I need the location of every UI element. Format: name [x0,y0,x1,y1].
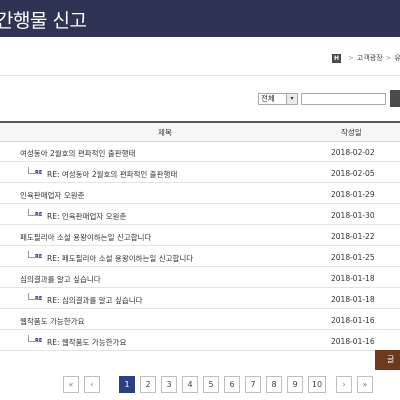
reply-indent-icon [28,251,35,258]
page-5-button[interactable]: 5 [203,376,219,393]
post-title-link[interactable]: 인육판매업자 오원춘 [20,190,84,201]
column-header-date: 작성일 [341,128,362,137]
post-date: 2018-01-18 [331,274,375,283]
page-1-button[interactable]: 1 [119,376,135,393]
post-date: 2018-01-30 [331,211,375,220]
last-page-button[interactable]: » [357,376,373,393]
write-button[interactable]: 글 [375,350,400,370]
post-date: 2018-01-29 [331,190,375,199]
post-title-link[interactable]: 페도필리아 소설 용왕이하는일 신고합니다 [20,232,151,243]
table-row-reply[interactable]: RE RE: 페도필리아 소설 용왕이하는일 신고합니다 2018-01-25 [0,247,400,267]
post-title-link[interactable]: RE: 여성동아 2월호의 편파적인 출판행태 [47,169,177,180]
post-date: 2018-01-22 [331,232,375,241]
table-row[interactable]: 인육판매업자 오원춘 2018-01-29 [0,184,400,204]
table-row[interactable]: 여성동아 2월호의 편파적인 출판행태 2018-02-02 [0,142,400,162]
reply-indent-icon [28,335,35,342]
post-date: 2018-02-02 [331,148,375,157]
reply-indent-icon [28,167,35,174]
page-9-button[interactable]: 9 [287,376,303,393]
post-date: 2018-01-16 [331,337,375,346]
reply-indent-icon [28,209,35,216]
chevron-right-icon: > [385,54,392,62]
post-date: 2018-01-18 [331,295,375,304]
page-banner: 간행물 신고 [0,0,400,37]
home-icon[interactable]: H [332,53,341,63]
table-row-reply[interactable]: RE RE: 인육판매업자 오원춘 2018-01-30 [0,205,400,225]
post-date: 2018-01-25 [331,253,375,262]
post-title-link[interactable]: RE: 페도필리아 소설 용왕이하는일 신고합니다 [47,253,193,264]
table-row[interactable]: 심의결과를 알고 싶습니다 2018-01-18 [0,268,400,288]
post-title-link[interactable]: 심의결과를 알고 싶습니다 [20,274,101,285]
breadcrumb: H > 고객광장 > 유해 [332,53,400,63]
prev-page-button[interactable]: ‹ [84,376,100,393]
chevron-right-icon: > [348,54,354,62]
table-row-reply[interactable]: RE RE: 여성동아 2월호의 편파적인 출판행태 2018-02-05 [0,163,400,183]
table-row[interactable]: 페도필리아 소설 용왕이하는일 신고합니다 2018-01-22 [0,226,400,246]
search-scope-value: 전체 [261,94,275,103]
search-input[interactable] [301,93,386,105]
reply-badge-icon: RE [35,338,43,344]
post-title-link[interactable]: RE: 심의결과를 알고 싶습니다 [47,295,143,306]
reply-badge-icon: RE [35,296,43,302]
post-title-link[interactable]: RE: 웹작품도 가능한가요 [47,337,126,348]
page-8-button[interactable]: 8 [266,376,282,393]
reply-badge-icon: RE [35,254,43,260]
page-title: 간행물 신고 [0,10,87,32]
page-3-button[interactable]: 3 [161,376,177,393]
divider [0,75,400,76]
table-row-reply[interactable]: RE RE: 웹작품도 가능한가요 2018-01-16 [0,331,400,351]
page-6-button[interactable]: 6 [224,376,240,393]
chevron-down-icon: ▾ [286,94,297,104]
search-scope-select[interactable]: 전체 ▾ [258,93,298,105]
breadcrumb-item[interactable]: 고객광장 [357,53,383,63]
reply-badge-icon: RE [35,170,43,176]
column-header-title: 제목 [158,128,172,137]
page-2-button[interactable]: 2 [140,376,156,393]
post-title-link[interactable]: 웹작품도 가능한가요 [20,316,84,327]
first-page-button[interactable]: « [63,376,79,393]
post-date: 2018-02-05 [331,169,375,178]
table-header: 제목 작성일 [0,121,400,142]
table-row-reply[interactable]: RE RE: 심의결과를 알고 싶습니다 2018-01-18 [0,289,400,309]
page-7-button[interactable]: 7 [245,376,261,393]
next-page-button[interactable]: › [336,376,352,393]
table-row[interactable]: 웹작품도 가능한가요 2018-01-16 [0,310,400,330]
reply-indent-icon [28,293,35,300]
breadcrumb-item[interactable]: 유해 [395,53,400,63]
post-title-link[interactable]: 여성동아 2월호의 편파적인 출판행태 [20,148,135,159]
post-date: 2018-01-16 [331,316,375,325]
search-button[interactable] [390,90,400,107]
page-4-button[interactable]: 4 [182,376,198,393]
post-title-link[interactable]: RE: 인육판매업자 오원춘 [47,211,126,222]
page-10-button[interactable]: 10 [308,376,326,393]
reply-badge-icon: RE [35,212,43,218]
